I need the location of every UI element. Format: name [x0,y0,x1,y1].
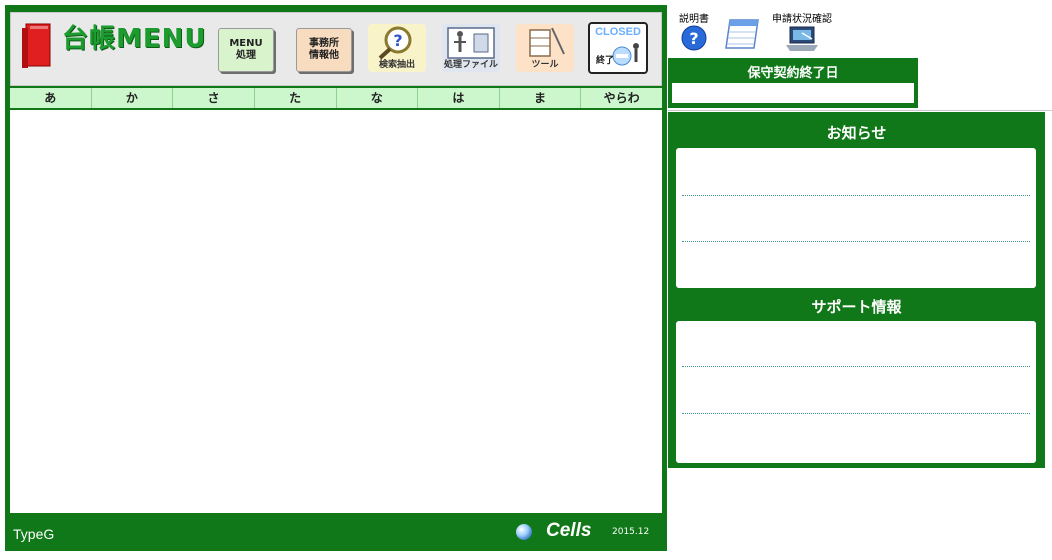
menu-process-button[interactable]: MENU 処理 [218,28,274,72]
search-extract-label: 検索抽出 [378,60,415,70]
support-line [682,413,1030,414]
kana-tab[interactable]: あ [10,88,92,108]
kana-tab[interactable]: た [255,88,337,108]
search-extract-button[interactable]: ? 検索抽出 [368,24,426,72]
notice-line [682,195,1030,196]
calendar-icon [725,19,759,49]
kana-tab[interactable]: ま [500,88,582,108]
process-file-label: 処理ファイル [443,60,498,70]
svg-text:?: ? [393,31,402,50]
tool-button[interactable]: ツール [516,24,574,72]
manual-label: 説明書 [679,14,709,25]
brand-logo: Cells [546,520,592,541]
office-info-button[interactable]: 事務所 情報他 [296,28,352,72]
end-label: 終了 [596,56,615,66]
app-title: 台帳MENU [62,24,207,54]
kana-tab[interactable]: さ [173,88,255,108]
kana-tab[interactable]: は [418,88,500,108]
file-cabinet-icon [447,27,495,59]
manual-link[interactable]: 説明書 ? [676,10,712,54]
kana-tab[interactable]: な [337,88,419,108]
support-title: サポート情報 [811,298,902,316]
kana-tab[interactable]: か [92,88,174,108]
calendar-link[interactable] [722,16,762,55]
close-exit-button[interactable]: CLOSED 終了 [588,22,648,74]
support-box [676,321,1036,463]
application-status-link[interactable]: 申請状況確認 [766,10,838,56]
type-label: TypeG [13,526,55,542]
help-icon: ? [681,25,707,51]
ledger-list-area[interactable] [10,110,662,513]
globe-icon [516,524,532,540]
maintenance-title: 保守契約終了日 [747,66,839,81]
maintenance-end-date [672,83,914,103]
magnifier-icon: ? [378,26,412,60]
svg-text:?: ? [689,29,698,48]
tool-label: ツール [531,60,559,70]
support-line [682,366,1030,367]
kana-index-bar: あ か さ た な は ま やらわ [10,88,662,108]
tool-figure-icon [529,27,565,57]
office-info-label: 事務所 情報他 [309,38,339,61]
version-label: 2015.12 [612,527,650,537]
ledger-book-icon [22,23,51,68]
menu-process-label: MENU 処理 [229,38,263,61]
divider [668,110,1052,111]
laptop-icon [786,26,818,51]
notice-box [676,148,1036,288]
notice-title: お知らせ [826,124,887,142]
kana-tab[interactable]: やらわ [581,88,662,108]
process-file-button[interactable]: 処理ファイル [442,24,500,72]
application-status-label: 申請状況確認 [772,14,832,25]
notice-line [682,241,1030,242]
